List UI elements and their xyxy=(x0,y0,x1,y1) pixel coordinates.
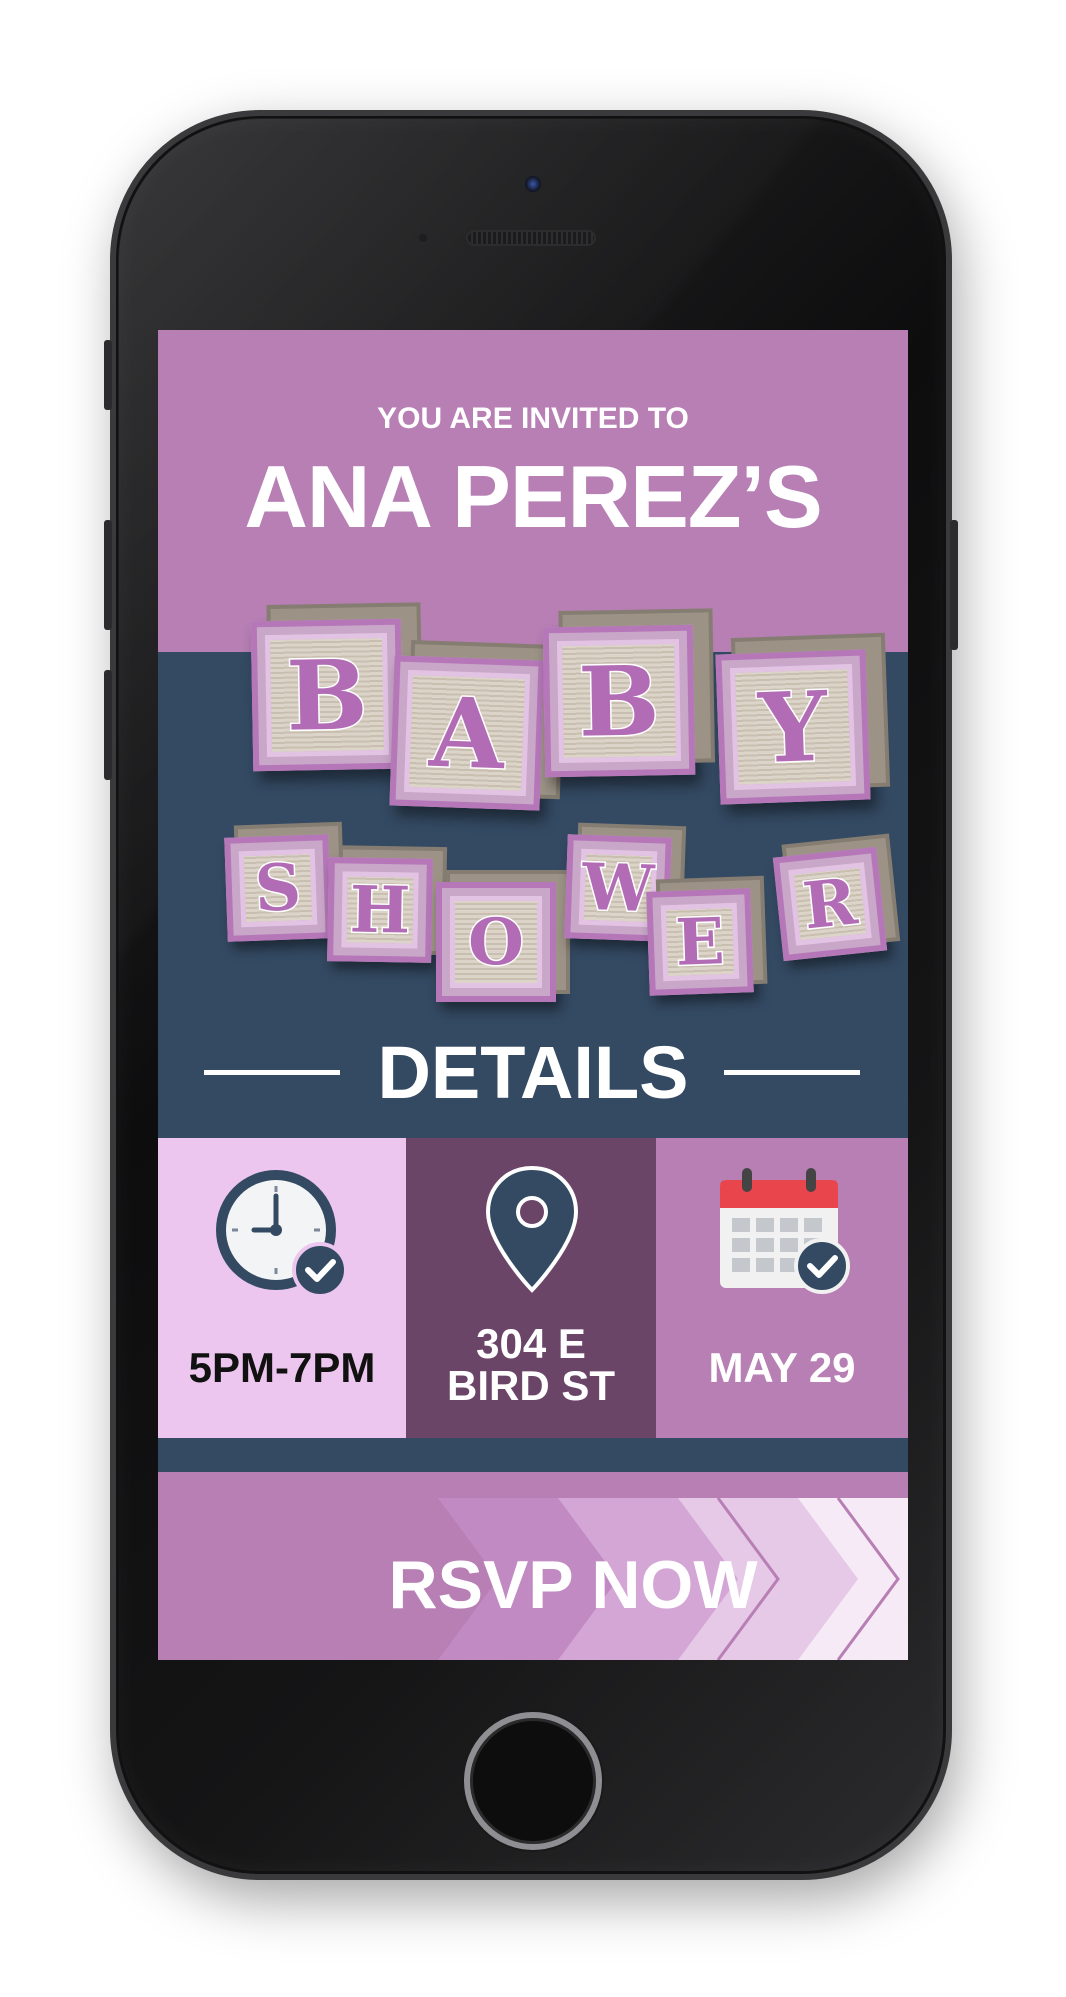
volume-down-button xyxy=(104,670,112,780)
block-letter: W xyxy=(579,848,656,928)
block-s: S xyxy=(224,834,332,942)
details-heading: DETAILS xyxy=(377,1031,689,1114)
block-letter: O xyxy=(467,903,526,981)
power-button xyxy=(950,520,958,650)
block-letter: B xyxy=(576,642,662,759)
block-b: B xyxy=(250,618,404,772)
location-line-2: BIRD ST xyxy=(447,1362,615,1409)
clock-check-icon xyxy=(216,1170,348,1298)
proximity-sensor xyxy=(419,234,427,242)
home-button[interactable] xyxy=(464,1712,602,1850)
invite-intro: YOU ARE INVITED TO xyxy=(377,402,689,435)
rsvp-label: RSVP NOW xyxy=(388,1547,758,1623)
calendar-check-icon xyxy=(720,1168,850,1294)
block-a: A xyxy=(389,655,545,811)
earpiece-speaker xyxy=(466,230,596,246)
volume-up-button xyxy=(104,520,112,630)
block-letter: H xyxy=(348,870,413,949)
location-tile: 304 E BIRD ST xyxy=(406,1138,656,1438)
invitation-screen: YOU ARE INVITED TO ANA PEREZ’S B A B Y S… xyxy=(158,330,908,1660)
block-b-2: B xyxy=(542,624,696,778)
time-text: 5PM-7PM xyxy=(188,1344,376,1391)
date-text: MAY 29 xyxy=(708,1344,856,1391)
block-letter: E xyxy=(673,902,727,982)
map-pin-icon xyxy=(485,1165,579,1293)
mute-switch xyxy=(104,340,112,410)
block-letter: A xyxy=(426,674,507,793)
block-o: O xyxy=(436,882,556,1002)
block-letter: R xyxy=(798,862,862,945)
host-name: ANA PEREZ’S xyxy=(244,447,822,546)
time-tile: 5PM-7PM xyxy=(158,1138,406,1438)
date-tile: MAY 29 xyxy=(656,1138,908,1438)
block-h: H xyxy=(327,857,433,963)
location-line-1: 304 E xyxy=(476,1320,586,1367)
block-letter: Y xyxy=(755,668,830,786)
block-y: Y xyxy=(715,649,871,805)
block-r: R xyxy=(772,846,888,962)
rsvp-button[interactable]: RSVP NOW xyxy=(158,1498,908,1660)
block-letter: S xyxy=(252,848,304,928)
front-camera xyxy=(525,176,541,192)
block-letter: B xyxy=(284,636,370,753)
block-e: E xyxy=(646,888,754,996)
